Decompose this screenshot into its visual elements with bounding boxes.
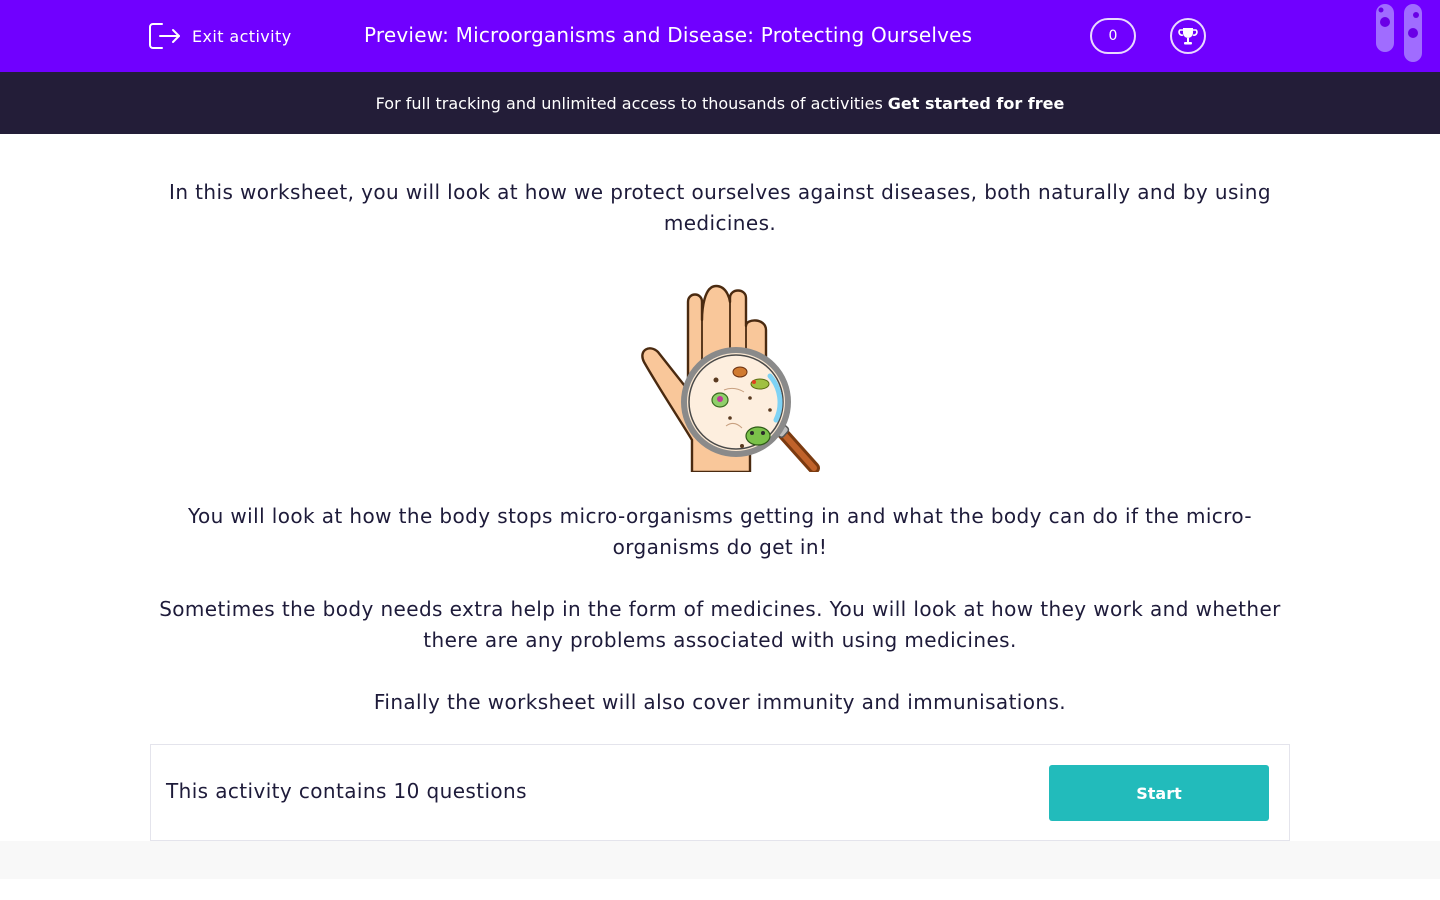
intro-paragraph-2: You will look at how the body stops micr…: [187, 504, 1252, 559]
trophy-button[interactable]: [1170, 18, 1206, 54]
trophy-icon: [1178, 28, 1198, 45]
top-bar: Exit activity Preview: Microorganisms an…: [0, 0, 1440, 72]
start-button[interactable]: Start: [1049, 765, 1269, 821]
exit-icon: [149, 23, 180, 49]
footer-strip: [0, 841, 1440, 879]
get-started-link[interactable]: Get started for free: [888, 94, 1065, 113]
intro-paragraph-3: Sometimes the body needs extra help in t…: [159, 597, 1281, 652]
exit-activity-button[interactable]: Exit activity: [148, 20, 292, 52]
exit-activity-label: Exit activity: [192, 26, 292, 46]
intro-paragraph-1: In this worksheet, you will look at how …: [169, 180, 1271, 235]
page-title: Preview: Microorganisms and Disease: Pro…: [364, 23, 973, 47]
test-tubes-icon: [1376, 4, 1422, 62]
activity-card: This activity contains 10 questions Star…: [150, 744, 1290, 841]
intro-paragraph-4: Finally the worksheet will also cover im…: [373, 690, 1067, 714]
signup-banner: For full tracking and unlimited access t…: [0, 72, 1440, 134]
hand-magnifier-image: [641, 284, 820, 472]
score-badge: 0: [1090, 18, 1136, 54]
banner-text: For full tracking and unlimited access t…: [375, 93, 883, 113]
question-count: This activity contains 10 questions: [166, 779, 527, 803]
